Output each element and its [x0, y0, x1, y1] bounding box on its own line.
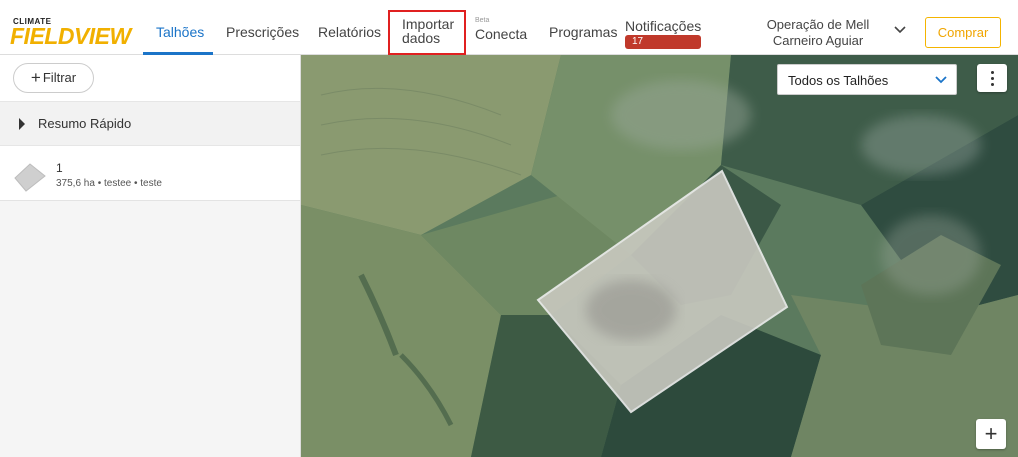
- more-options-icon[interactable]: [977, 64, 1007, 92]
- filter-button[interactable]: + Filtrar: [13, 63, 94, 93]
- field-shape-icon: [14, 163, 46, 192]
- chevron-down-icon[interactable]: [893, 25, 907, 35]
- nav-conecta-label: Conecta: [475, 26, 528, 42]
- highlight-box: [388, 10, 466, 55]
- satellite-imagery: [301, 55, 1018, 457]
- nav-conecta[interactable]: Beta Conecta: [475, 17, 527, 42]
- filter-area: + Filtrar: [0, 55, 300, 101]
- nav-prescricoes-label: Prescrições: [226, 24, 300, 40]
- filter-label: Filtrar: [42, 70, 77, 85]
- field-name: 1: [56, 161, 63, 175]
- chevron-down-icon: [935, 76, 947, 84]
- sidebar: + Filtrar Resumo Rápido 1 375,6 ha • test…: [0, 55, 301, 457]
- account-name-line1: Operação de Mell: [766, 17, 870, 32]
- nav-notificacoes[interactable]: Notificações 17: [625, 18, 702, 49]
- zoom-in-button[interactable]: +: [976, 419, 1006, 449]
- nav-notificacoes-label: Notificações: [625, 18, 702, 34]
- field-selector-value: Todos os Talhões: [788, 73, 889, 88]
- beta-label: Beta: [475, 17, 490, 24]
- nav-prescricoes[interactable]: Prescrições: [226, 24, 299, 40]
- account-selector[interactable]: Operação de Mell Carneiro Aguiar: [760, 17, 876, 49]
- resumo-rapido-toggle[interactable]: Resumo Rápido: [0, 101, 300, 146]
- nav-relatorios[interactable]: Relatórios: [318, 24, 381, 40]
- nav-talhoes-label: Talhões: [156, 24, 205, 40]
- field-selector-dropdown[interactable]: Todos os Talhões: [777, 64, 957, 95]
- notification-count-badge: 17: [625, 35, 702, 49]
- logo-big-text: FIELDVIEW: [10, 23, 131, 49]
- plus-icon: +: [30, 68, 41, 87]
- nav-programas[interactable]: Programas: [549, 24, 617, 40]
- nav-programas-label: Programas: [549, 24, 618, 40]
- buy-button[interactable]: Comprar: [925, 17, 1001, 48]
- resumo-rapido-label: Resumo Rápido: [38, 116, 132, 131]
- nav-talhoes[interactable]: Talhões: [156, 24, 204, 40]
- climate-fieldview-logo[interactable]: CLIMATE FIELDVIEW: [10, 17, 132, 49]
- nav-relatorios-label: Relatórios: [318, 24, 382, 40]
- account-name-line2: Carneiro Aguiar: [772, 33, 864, 48]
- field-list-item[interactable]: 1 375,6 ha • testee • teste: [0, 146, 300, 201]
- satellite-map[interactable]: Todos os Talhões +: [301, 55, 1018, 457]
- caret-right-icon: [19, 118, 25, 130]
- top-header: CLIMATE FIELDVIEW Talhões Prescrições Re…: [0, 0, 1018, 55]
- field-meta: 375,6 ha • testee • teste: [56, 178, 162, 189]
